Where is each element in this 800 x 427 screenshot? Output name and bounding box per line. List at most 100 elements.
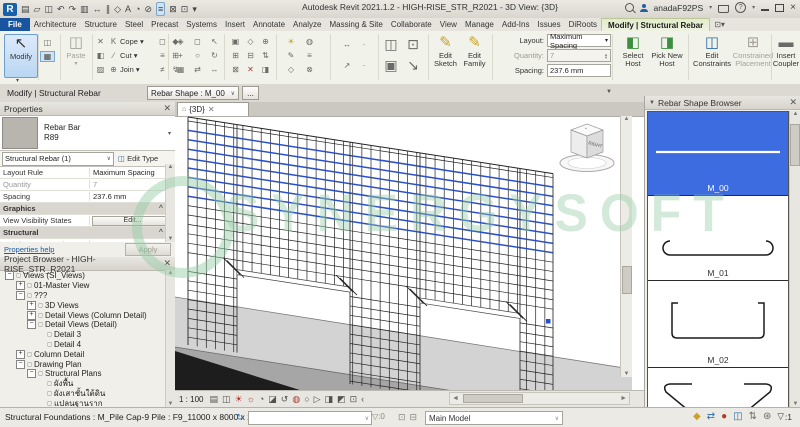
properties-close-icon[interactable]: ✕ xyxy=(163,103,171,114)
tab-massing-site[interactable]: Massing & Site xyxy=(325,18,386,31)
tree-item-detail-views-column-detail-[interactable]: +◻Detail Views (Column Detail) xyxy=(0,310,175,320)
tree-expand-icon[interactable]: − xyxy=(27,320,36,329)
override-graphics-icon[interactable]: ✎ xyxy=(280,51,302,60)
render-icon[interactable]: ◔ xyxy=(259,394,264,404)
cope-alt-icon[interactable]: ✕ xyxy=(94,37,107,46)
qat-customize-icon[interactable]: ▾ xyxy=(192,3,197,15)
family-types-icon[interactable]: ▦ xyxy=(40,51,55,62)
3d-model-view[interactable]: RIGHT⌄ xyxy=(175,116,632,391)
help-icon[interactable]: ? xyxy=(735,2,746,13)
detail-level-icon[interactable]: ▤ xyxy=(209,394,218,405)
property-value[interactable]: Maximum Spacing xyxy=(90,168,175,177)
select-links-toggle-icon[interactable]: ⊡ xyxy=(398,412,406,423)
open-icon[interactable]: ▱ xyxy=(34,3,41,15)
views-icon[interactable]: ▤ xyxy=(21,3,30,15)
crop-view-icon[interactable]: ◪ xyxy=(268,394,277,405)
tree-item--[interactable]: −◻??? xyxy=(0,291,175,301)
redo-icon[interactable]: ↷ xyxy=(69,3,77,15)
tab-systems[interactable]: Systems xyxy=(182,18,221,31)
create-group-icon[interactable]: ◫ xyxy=(380,36,402,53)
tree-expand-icon[interactable]: − xyxy=(27,369,36,378)
tab-precast[interactable]: Precast xyxy=(147,18,182,31)
measure-icon[interactable]: ↔ xyxy=(93,3,102,15)
mirror-icon[interactable]: ⇄ xyxy=(189,65,206,74)
trim-icon[interactable]: ↔ xyxy=(206,65,223,74)
edit-family-button[interactable]: ✎ Edit Family xyxy=(461,34,488,80)
edit-sketch-button[interactable]: ✎ Edit Sketch xyxy=(432,34,459,80)
settings-icon[interactable]: ⊛ xyxy=(763,411,771,422)
unpin-icon[interactable]: ⊕ xyxy=(258,37,273,46)
sun-path-icon[interactable]: ☀ xyxy=(235,394,243,405)
editing-requests-icon[interactable]: ↻ xyxy=(236,412,244,423)
spacing-input[interactable]: 237.6 mm xyxy=(547,64,611,77)
tab-issues[interactable]: Issues xyxy=(533,18,564,31)
borrowers-icon[interactable]: ● xyxy=(721,411,727,422)
insert-coupler-button[interactable]: ▬ Insert Coupler xyxy=(773,34,799,80)
edit-type-button[interactable]: ◫ Edit Type xyxy=(118,154,158,163)
design-option-select[interactable]: Main Model∨ xyxy=(425,411,563,425)
close-button[interactable]: × xyxy=(790,3,796,13)
hide-category-icon[interactable]: ⊗ xyxy=(302,65,317,74)
dimension-icon[interactable]: ∥ xyxy=(106,3,111,15)
tab-architecture[interactable]: Architecture xyxy=(30,18,81,31)
shape-browser-close-icon[interactable]: ✕ xyxy=(789,97,797,108)
array-icon[interactable]: ▦ xyxy=(172,65,189,74)
align-icon[interactable]: ◈ xyxy=(172,37,189,46)
view-scale[interactable]: 1 : 100 xyxy=(175,395,209,404)
section-icon[interactable]: ⊘ xyxy=(144,3,152,15)
restore-button[interactable] xyxy=(775,4,784,12)
tree-item-column-detail[interactable]: +◻Column Detail xyxy=(0,349,175,359)
paint-icon[interactable]: ▨ xyxy=(94,65,107,74)
type-selector-chevron-icon[interactable]: ▾ xyxy=(168,130,171,137)
offset-icon[interactable]: ◻ xyxy=(189,37,206,46)
username[interactable]: anadaF92PS xyxy=(654,3,704,13)
cut-geometry-alt-icon[interactable]: ◧ xyxy=(94,51,107,60)
scale-icon[interactable]: ▣ xyxy=(228,37,243,46)
tab-analyze[interactable]: Analyze xyxy=(289,18,325,31)
tab-annotate[interactable]: Annotate xyxy=(249,18,289,31)
select-underlay-toggle-icon[interactable]: ⊟ xyxy=(410,412,418,423)
extend-icon[interactable]: ⇅ xyxy=(258,51,273,60)
tree-expand-icon[interactable]: + xyxy=(16,350,25,359)
view-tab-3d[interactable]: ⌂ {3D} ✕ xyxy=(177,102,249,116)
join-icon[interactable]: ⊕ xyxy=(107,65,120,74)
pick-new-host-button[interactable]: ◨ Pick New Host xyxy=(650,34,684,80)
tree-item-detail-views-detail-[interactable]: −◻Detail Views (Detail) xyxy=(0,320,175,330)
undo-icon[interactable]: ↶ xyxy=(57,3,65,15)
property-row-spacing[interactable]: Spacing237.6 mm xyxy=(0,191,175,203)
temporary-hide-isolate-icon[interactable]: ◍ xyxy=(292,394,300,405)
canvas-vscrollbar[interactable]: ▲▼ xyxy=(620,116,632,377)
edit-visibility-button[interactable]: Edit... xyxy=(92,216,173,226)
tree-expand-icon[interactable]: + xyxy=(27,301,36,310)
tree-item-3d-views[interactable]: +◻3D Views xyxy=(0,300,175,310)
help-chevron-icon[interactable]: ▾ xyxy=(752,4,755,11)
shape-browser-scroll-thumb[interactable] xyxy=(790,124,800,166)
cope-button[interactable]: Cope ▾ xyxy=(120,37,156,46)
property-row-quantity[interactable]: Quantity7 xyxy=(0,179,175,191)
cut-geometry-icon[interactable]: ∕ xyxy=(107,51,120,60)
instance-selector[interactable]: Structural Rebar (1)∨ xyxy=(2,152,114,166)
select-host-button[interactable]: ◧ Select Host xyxy=(618,34,648,80)
minimize-button[interactable] xyxy=(761,4,769,11)
tree-item-detail-4[interactable]: ◻Detail 4 xyxy=(0,340,175,350)
tab-steel[interactable]: Steel xyxy=(121,18,147,31)
close-hidden-windows-icon[interactable]: ⊠ xyxy=(169,3,177,15)
user-avatar-icon[interactable] xyxy=(640,4,648,12)
store-icon[interactable] xyxy=(718,5,729,13)
constrained-placement-button[interactable]: ⊞ Constrained Placement xyxy=(735,34,771,80)
vscroll-thumb[interactable] xyxy=(622,266,632,294)
active-workset-select[interactable]: ∨ xyxy=(248,411,372,425)
tab-add-ins[interactable]: Add-Ins xyxy=(498,18,534,31)
crop-visibility-icon[interactable]: ↺ xyxy=(281,394,289,405)
dimension-options-icon[interactable]: · xyxy=(360,61,368,70)
tree-expand-icon[interactable]: − xyxy=(5,271,14,280)
drawing-area[interactable]: ⌂ {3D} ✕ RIGHT⌄ ▲▼ 1 : 100 ▤◫☀☼◔◪↺◍○▷◨◩⊡… xyxy=(175,102,645,407)
tab-structure[interactable]: Structure xyxy=(80,18,120,31)
type-selector[interactable]: Rebar Bar R89 ▾ xyxy=(0,116,175,151)
match-type-icon[interactable]: ⊠ xyxy=(228,65,243,74)
move-icon[interactable]: + xyxy=(172,51,189,60)
expand-icon[interactable]: ‹ xyxy=(361,394,364,404)
create-parts-icon[interactable]: ▣ xyxy=(380,57,402,74)
light-bulb-icon[interactable]: ☀ xyxy=(280,37,302,46)
visual-style-icon[interactable]: ◫ xyxy=(222,394,231,405)
